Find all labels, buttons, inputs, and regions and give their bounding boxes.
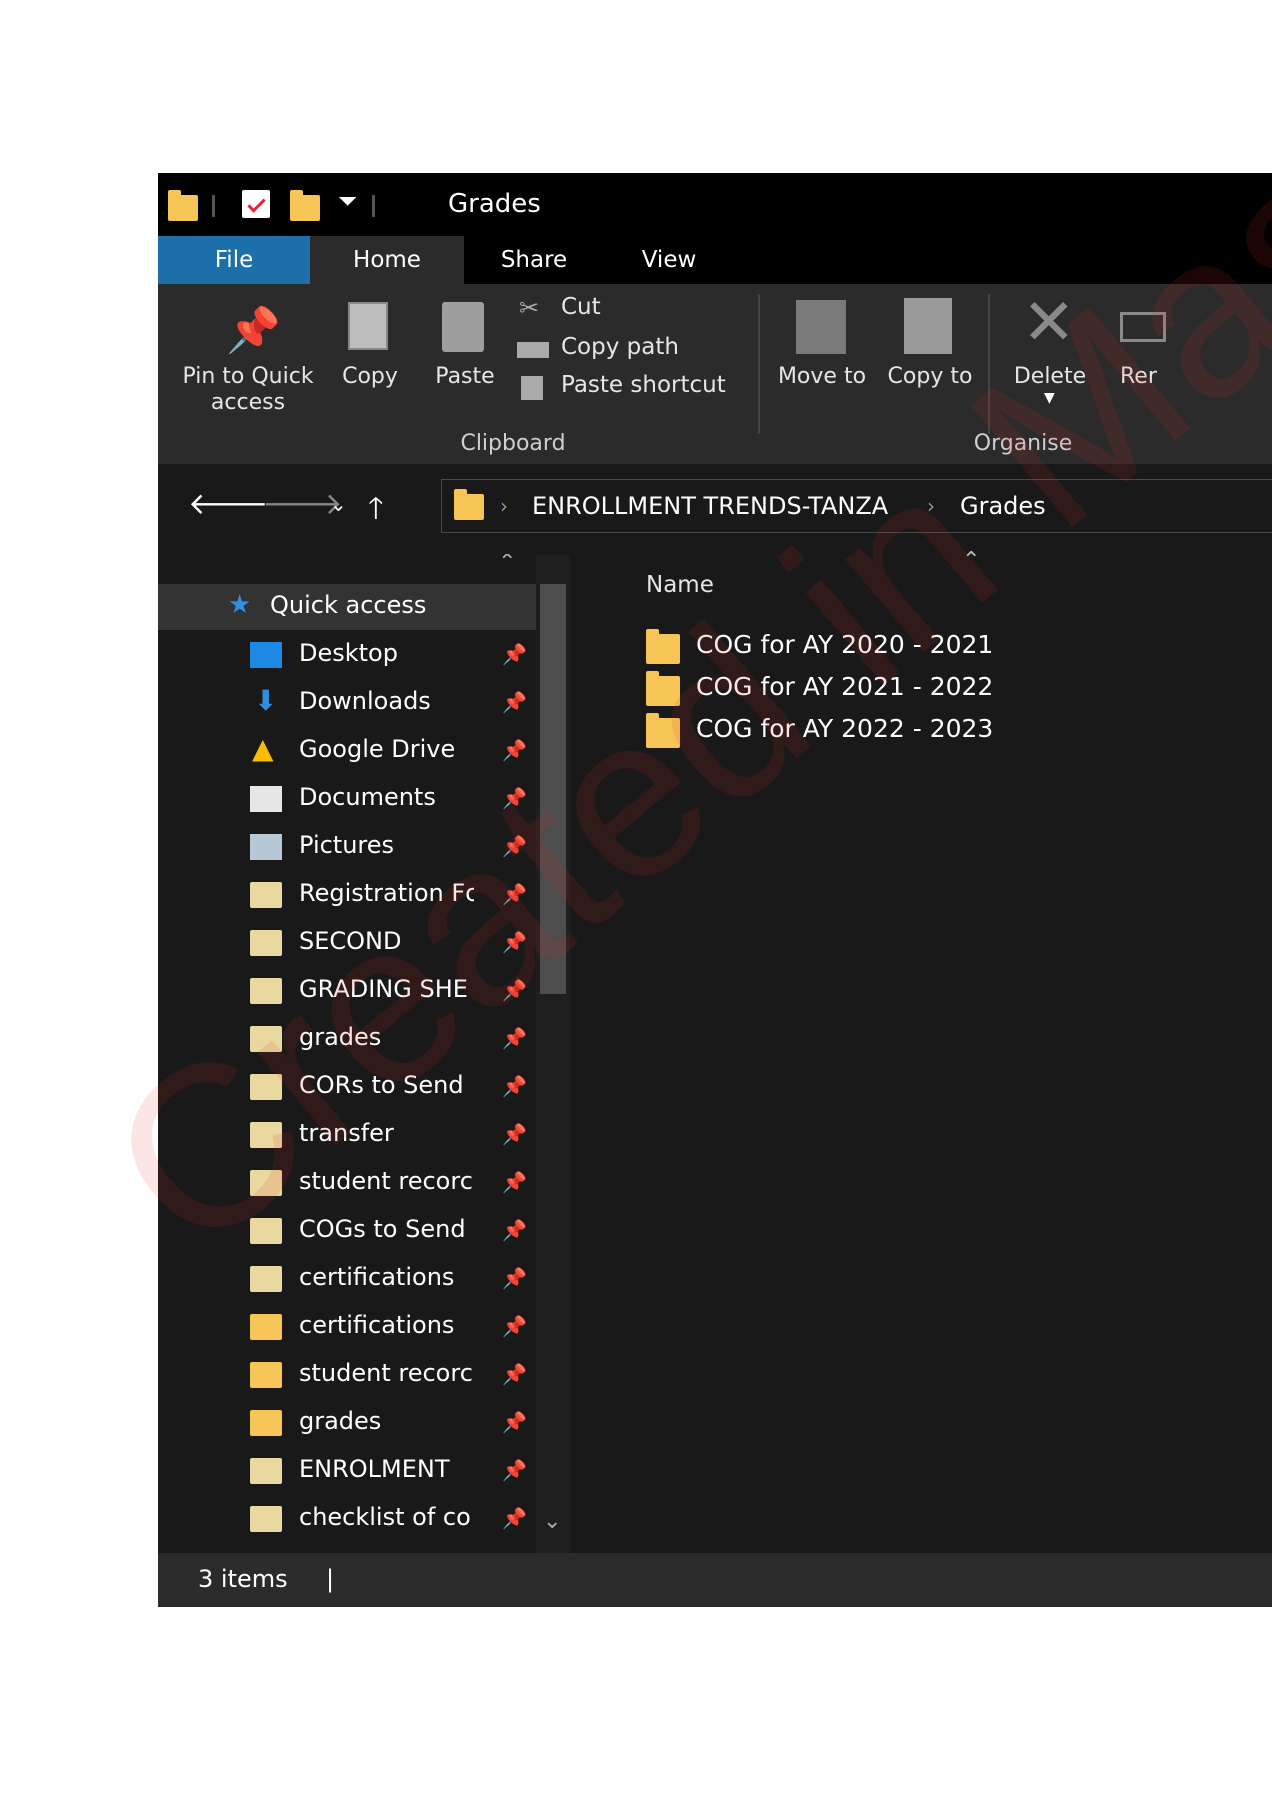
copy-to-icon: [904, 298, 952, 354]
paste-icon: [442, 302, 484, 352]
sidebar-item-quick-access[interactable]: ★ Quick access: [158, 584, 538, 630]
tab-file[interactable]: File: [158, 236, 310, 284]
shared-folder-icon: [250, 882, 282, 908]
pin-icon[interactable]: 📌: [502, 1170, 527, 1194]
copy-path-icon: [517, 342, 549, 358]
window-title: Grades: [448, 189, 541, 219]
desktop-icon: [250, 642, 282, 668]
folder-icon: [250, 1362, 282, 1388]
documents-icon: [250, 786, 282, 812]
divider: [758, 294, 760, 434]
sidebar-item-label: Google Drive: [299, 735, 456, 763]
pictures-icon: [250, 834, 282, 860]
scissors-icon: ✂: [519, 294, 540, 322]
shared-folder-icon: [250, 1506, 282, 1532]
sidebar-item[interactable]: student recorc 📌: [158, 1352, 538, 1398]
pin-icon[interactable]: 📌: [502, 1074, 527, 1098]
copy-icon: [348, 302, 388, 350]
downloads-icon: ⬇: [254, 684, 278, 717]
pin-icon[interactable]: 📌: [502, 1314, 527, 1338]
sidebar-item[interactable]: ENROLMENT 📌: [158, 1448, 538, 1494]
sidebar-item-label: Desktop: [299, 639, 398, 667]
sidebar-item-label: Downloads: [299, 687, 431, 715]
pin-icon: 📌: [226, 305, 281, 356]
item-count: 3 items: [198, 1565, 288, 1593]
pin-icon[interactable]: 📌: [502, 1122, 527, 1146]
cloud-folder-icon: [250, 1458, 282, 1484]
pin-icon[interactable]: 📌: [502, 1362, 527, 1386]
copy-path-label: Copy path: [561, 334, 679, 360]
star-icon: ★: [228, 590, 252, 620]
paste-label: Paste: [435, 364, 495, 389]
move-to-label: Move to: [777, 364, 867, 389]
divider: |: [326, 1565, 335, 1593]
sidebar-item[interactable]: checklist of co 📌: [158, 1496, 538, 1542]
sidebar-item-label: grades: [299, 1407, 382, 1435]
tab-share[interactable]: Share: [464, 236, 604, 284]
sidebar-item-label: student recorc: [299, 1359, 473, 1387]
move-to-button[interactable]: Move to: [774, 294, 870, 424]
pin-icon[interactable]: 📌: [502, 1410, 527, 1434]
copy-label: Copy: [342, 364, 398, 389]
scroll-down-arrow[interactable]: ⌄: [543, 1509, 561, 1534]
move-to-icon: [796, 300, 846, 354]
pin-to-quick-access-button[interactable]: 📌 Pin to Quick access: [168, 294, 328, 424]
back-arrow-icon[interactable]: 🡐: [188, 486, 268, 522]
pin-icon[interactable]: 📌: [502, 1506, 527, 1530]
cut-label: Cut: [561, 294, 601, 320]
paste-shortcut-label: Paste shortcut: [561, 372, 726, 398]
sidebar-item-label: certifications: [299, 1263, 455, 1291]
sidebar-item[interactable]: Desktop 📌: [158, 632, 538, 678]
sidebar-item-label: Quick access: [270, 591, 427, 619]
divider: [212, 195, 215, 217]
pin-icon[interactable]: 📌: [502, 1218, 527, 1242]
chevron-right-icon[interactable]: ›: [500, 494, 508, 518]
paste-shortcut-button[interactable]: Paste shortcut: [513, 370, 743, 406]
paste-shortcut-icon: [521, 376, 543, 400]
pin-label: Pin to Quick access: [182, 364, 314, 415]
tab-home[interactable]: Home: [310, 236, 464, 284]
sidebar-item[interactable]: certifications 📌: [158, 1304, 538, 1350]
divider: [372, 195, 375, 217]
copy-button[interactable]: Copy: [330, 294, 410, 424]
sidebar-item[interactable]: ⬇ Downloads 📌: [158, 680, 538, 726]
folder-icon: [250, 1410, 282, 1436]
folder-icon: [454, 489, 484, 520]
properties-icon[interactable]: [242, 190, 270, 218]
tab-view[interactable]: View: [604, 236, 734, 284]
status-bar: 3 items |: [158, 1553, 1272, 1607]
cut-button[interactable]: ✂ Cut: [513, 292, 743, 328]
customize-toolbar-icon[interactable]: ⏷: [338, 187, 357, 215]
up-arrow-icon[interactable]: 🡑: [368, 486, 384, 537]
google-drive-icon: ▲: [252, 732, 274, 765]
copy-path-button[interactable]: Copy path: [513, 332, 743, 368]
sidebar-item-label: certifications: [299, 1311, 455, 1339]
recent-locations-chevron-icon[interactable]: ⌄: [330, 492, 347, 516]
pin-icon[interactable]: 📌: [502, 1266, 527, 1290]
folder-icon: [250, 1314, 282, 1340]
sidebar-item-label: checklist of co: [299, 1503, 471, 1531]
pin-icon[interactable]: 📌: [502, 1458, 527, 1482]
scroll-up-arrow[interactable]: ⌃: [498, 554, 516, 575]
paste-button[interactable]: Paste: [420, 294, 510, 424]
sidebar-item-label: ENROLMENT: [299, 1455, 450, 1483]
pin-icon[interactable]: 📌: [502, 642, 527, 666]
clipboard-group-label: Clipboard: [460, 431, 566, 456]
sidebar-item[interactable]: grades 📌: [158, 1400, 538, 1446]
